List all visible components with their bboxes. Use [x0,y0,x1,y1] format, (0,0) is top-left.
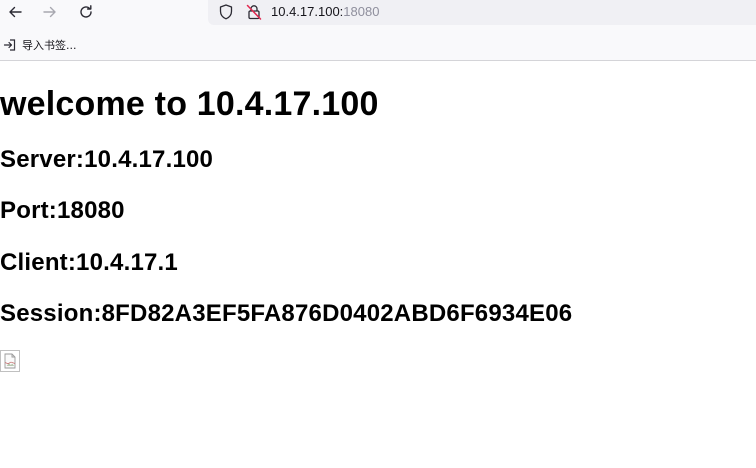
address-bar[interactable]: 10.4.17.100:18080 [208,0,756,25]
client-info: Client:10.4.17.1 [0,249,178,276]
arrow-left-icon [9,6,22,18]
session-info: Session:8FD82A3EF5FA876D0402ABD6F6934E06 [0,300,573,327]
browser-chrome: 10.4.17.100:18080 导入书签... [0,0,756,61]
broken-image-icon [4,353,16,369]
reload-button[interactable] [74,0,98,24]
port-info: Port:18080 [0,197,125,224]
broken-image [0,350,20,372]
page-content: welcome to 10.4.17.100 Server:10.4.17.10… [0,61,756,468]
tracking-protection-shield-icon[interactable] [216,2,236,22]
url-host: 10.4.17.100: [271,4,344,19]
server-info: Server:10.4.17.100 [0,146,214,173]
url-port: 18080 [343,4,380,19]
bookmarks-bar: 导入书签... [0,35,756,55]
navigation-toolbar: 10.4.17.100:18080 [0,0,756,26]
arrow-right-icon [43,6,56,18]
import-bookmarks-label: 导入书签... [22,39,77,52]
welcome-heading: welcome to 10.4.17.100 [0,85,379,123]
forward-button[interactable] [38,0,62,24]
reload-icon [80,5,92,18]
back-button[interactable] [3,0,27,24]
import-bookmarks-item[interactable]: 导入书签... [3,35,77,55]
import-bookmarks-icon [3,39,16,51]
url-text[interactable]: 10.4.17.100:18080 [271,3,379,21]
insecure-connection-lock-icon[interactable] [244,2,264,22]
